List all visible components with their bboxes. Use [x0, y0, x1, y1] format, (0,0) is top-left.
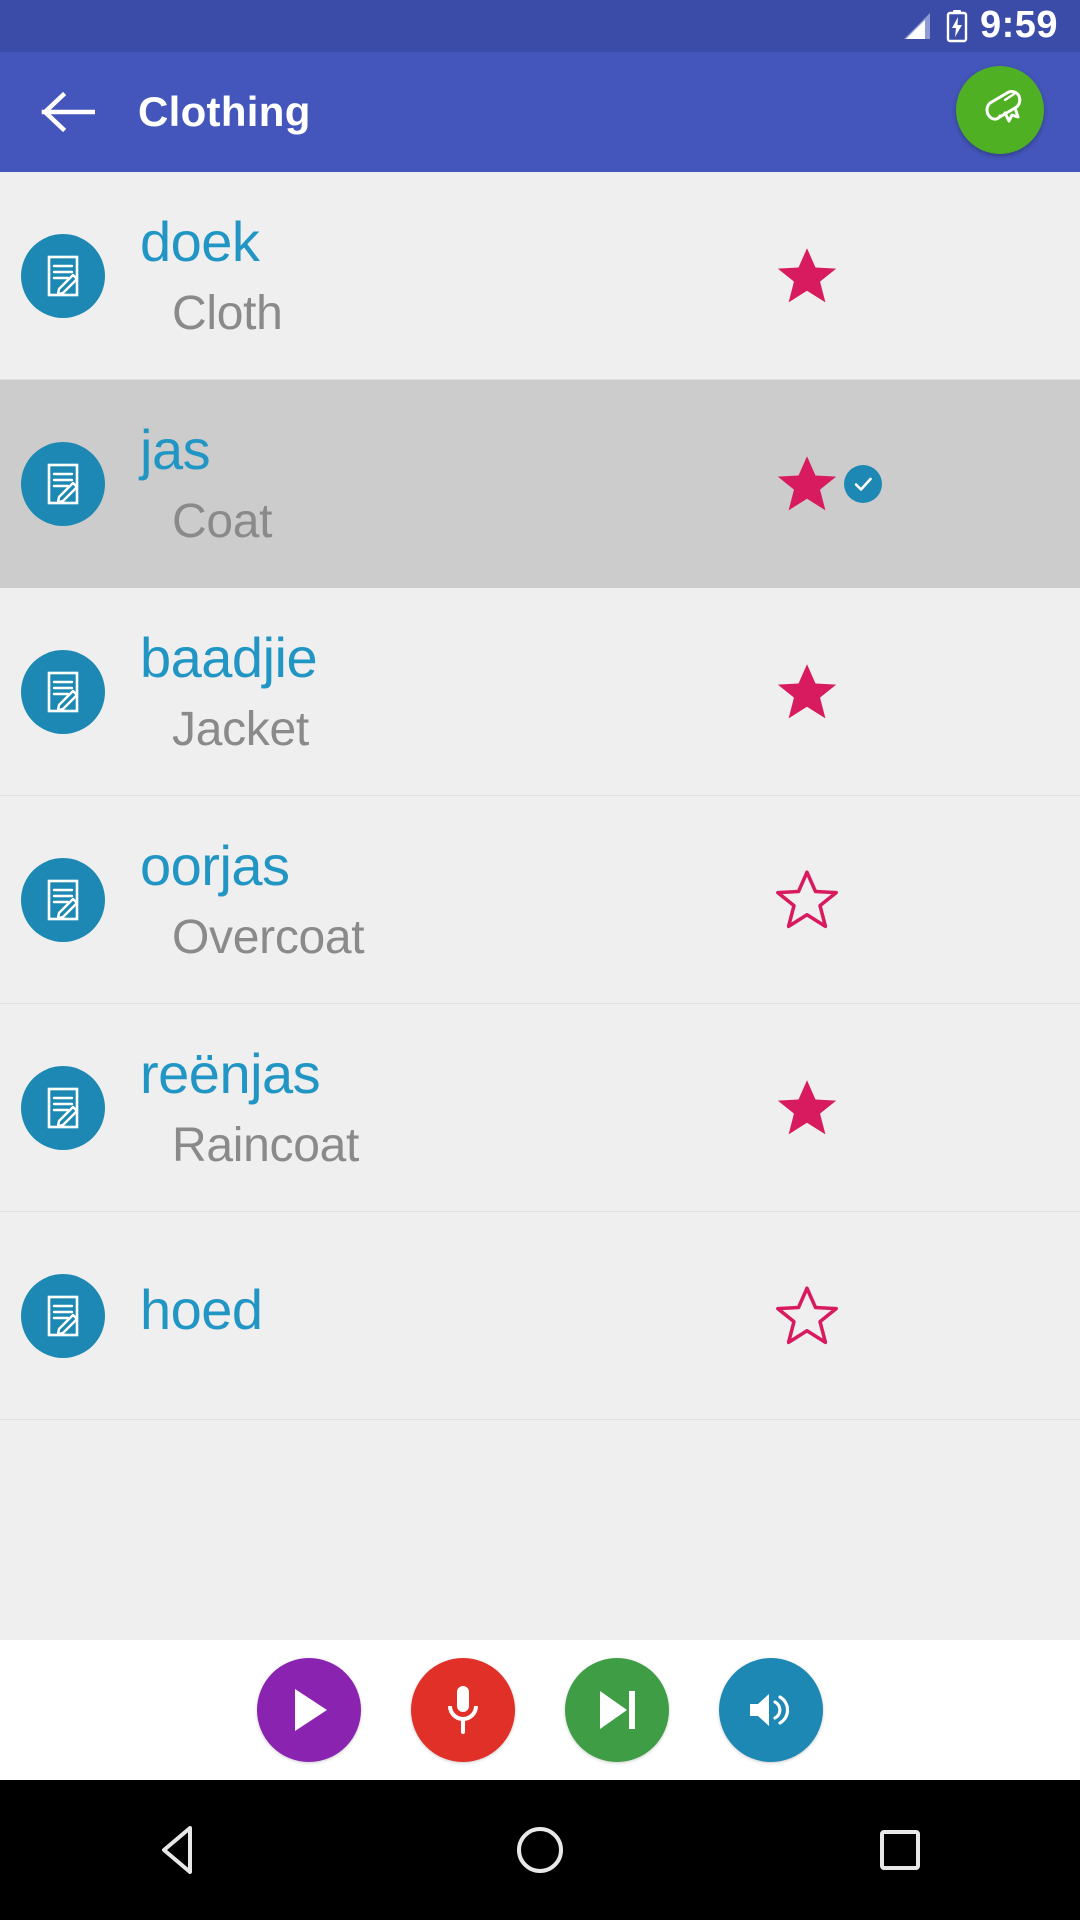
favorite-star-outline-icon[interactable] — [772, 1281, 842, 1351]
list-item[interactable]: jas Coat — [0, 380, 1080, 588]
note-edit-icon — [43, 461, 83, 507]
app-bar: Clothing — [0, 52, 1080, 172]
favorite-star-filled-icon[interactable] — [772, 449, 842, 519]
favorite-star-filled-icon[interactable] — [772, 1073, 842, 1143]
list-item-translation: Coat — [172, 494, 273, 548]
list-item-translation: Jacket — [172, 702, 309, 756]
app-screen: 9:59 Clothing doek Cloth jas Coat baadji… — [0, 0, 1080, 1920]
word-list[interactable]: doek Cloth jas Coat baadjie Jacket oorja… — [0, 172, 1080, 1640]
selected-check-badge — [844, 464, 882, 503]
note-edit-avatar[interactable] — [21, 1065, 105, 1150]
list-item-translation: Cloth — [172, 286, 283, 340]
note-edit-icon — [43, 1293, 83, 1339]
list-item-texts: oorjas Overcoat — [140, 796, 365, 1003]
circle-home-icon — [514, 1824, 566, 1876]
note-edit-avatar[interactable] — [21, 649, 105, 734]
list-item-texts: jas Coat — [140, 380, 273, 587]
square-recents-icon — [876, 1826, 924, 1874]
check-icon — [851, 472, 875, 496]
favorite-star-filled-icon[interactable] — [772, 657, 842, 727]
list-item[interactable]: reënjas Raincoat — [0, 1004, 1080, 1212]
status-bar: 9:59 — [0, 0, 1080, 52]
nav-home[interactable] — [450, 1780, 630, 1920]
skip-next-button[interactable] — [565, 1658, 669, 1762]
nav-back[interactable] — [90, 1780, 270, 1920]
list-item-texts: baadjie Jacket — [140, 588, 318, 795]
note-edit-icon — [43, 1085, 83, 1131]
list-item-word: hoed — [140, 1278, 263, 1342]
status-icons — [899, 9, 968, 43]
speaker-button[interactable] — [719, 1658, 823, 1762]
list-item[interactable]: hoed — [0, 1212, 1080, 1420]
note-edit-avatar[interactable] — [21, 857, 105, 942]
list-item[interactable]: baadjie Jacket — [0, 588, 1080, 796]
note-edit-avatar[interactable] — [21, 1273, 105, 1358]
back-button[interactable] — [22, 66, 114, 158]
list-item-word: jas — [140, 417, 211, 481]
status-time: 9:59 — [979, 4, 1058, 46]
play-icon — [286, 1685, 332, 1735]
list-item-word: baadjie — [140, 625, 318, 689]
note-edit-icon — [43, 253, 83, 299]
quiz-fab-button[interactable] — [956, 66, 1044, 154]
list-item-texts: doek Cloth — [140, 172, 283, 379]
skip-next-icon — [593, 1687, 641, 1733]
list-item-word: doek — [140, 209, 260, 273]
back-arrow-icon — [41, 91, 95, 133]
volume-up-icon — [746, 1688, 796, 1732]
play-button[interactable] — [257, 1658, 361, 1762]
list-item[interactable]: doek Cloth — [0, 172, 1080, 380]
nav-recent[interactable] — [810, 1780, 990, 1920]
list-item[interactable]: oorjas Overcoat — [0, 796, 1080, 1004]
playback-controls — [0, 1640, 1080, 1780]
page-title: Clothing — [138, 88, 311, 135]
list-item-word: reënjas — [140, 1041, 321, 1105]
favorite-star-outline-icon[interactable] — [772, 865, 842, 935]
list-item-translation: Raincoat — [172, 1118, 360, 1172]
signal-bars-icon — [899, 11, 933, 41]
microphone-icon — [442, 1682, 484, 1738]
system-nav-bar — [0, 1780, 1080, 1920]
note-edit-icon — [43, 669, 83, 715]
record-button[interactable] — [411, 1658, 515, 1762]
list-item-translation: Overcoat — [172, 910, 365, 964]
note-edit-avatar[interactable] — [21, 233, 105, 318]
list-item-texts: hoed — [140, 1212, 263, 1419]
list-item-word: oorjas — [140, 833, 290, 897]
favorite-star-filled-icon[interactable] — [772, 241, 842, 311]
triangle-back-icon — [156, 1824, 204, 1876]
note-edit-icon — [43, 877, 83, 923]
diploma-scroll-icon — [974, 84, 1026, 136]
note-edit-avatar[interactable] — [21, 441, 105, 526]
battery-charging-icon — [946, 9, 968, 43]
list-item-texts: reënjas Raincoat — [140, 1004, 359, 1211]
